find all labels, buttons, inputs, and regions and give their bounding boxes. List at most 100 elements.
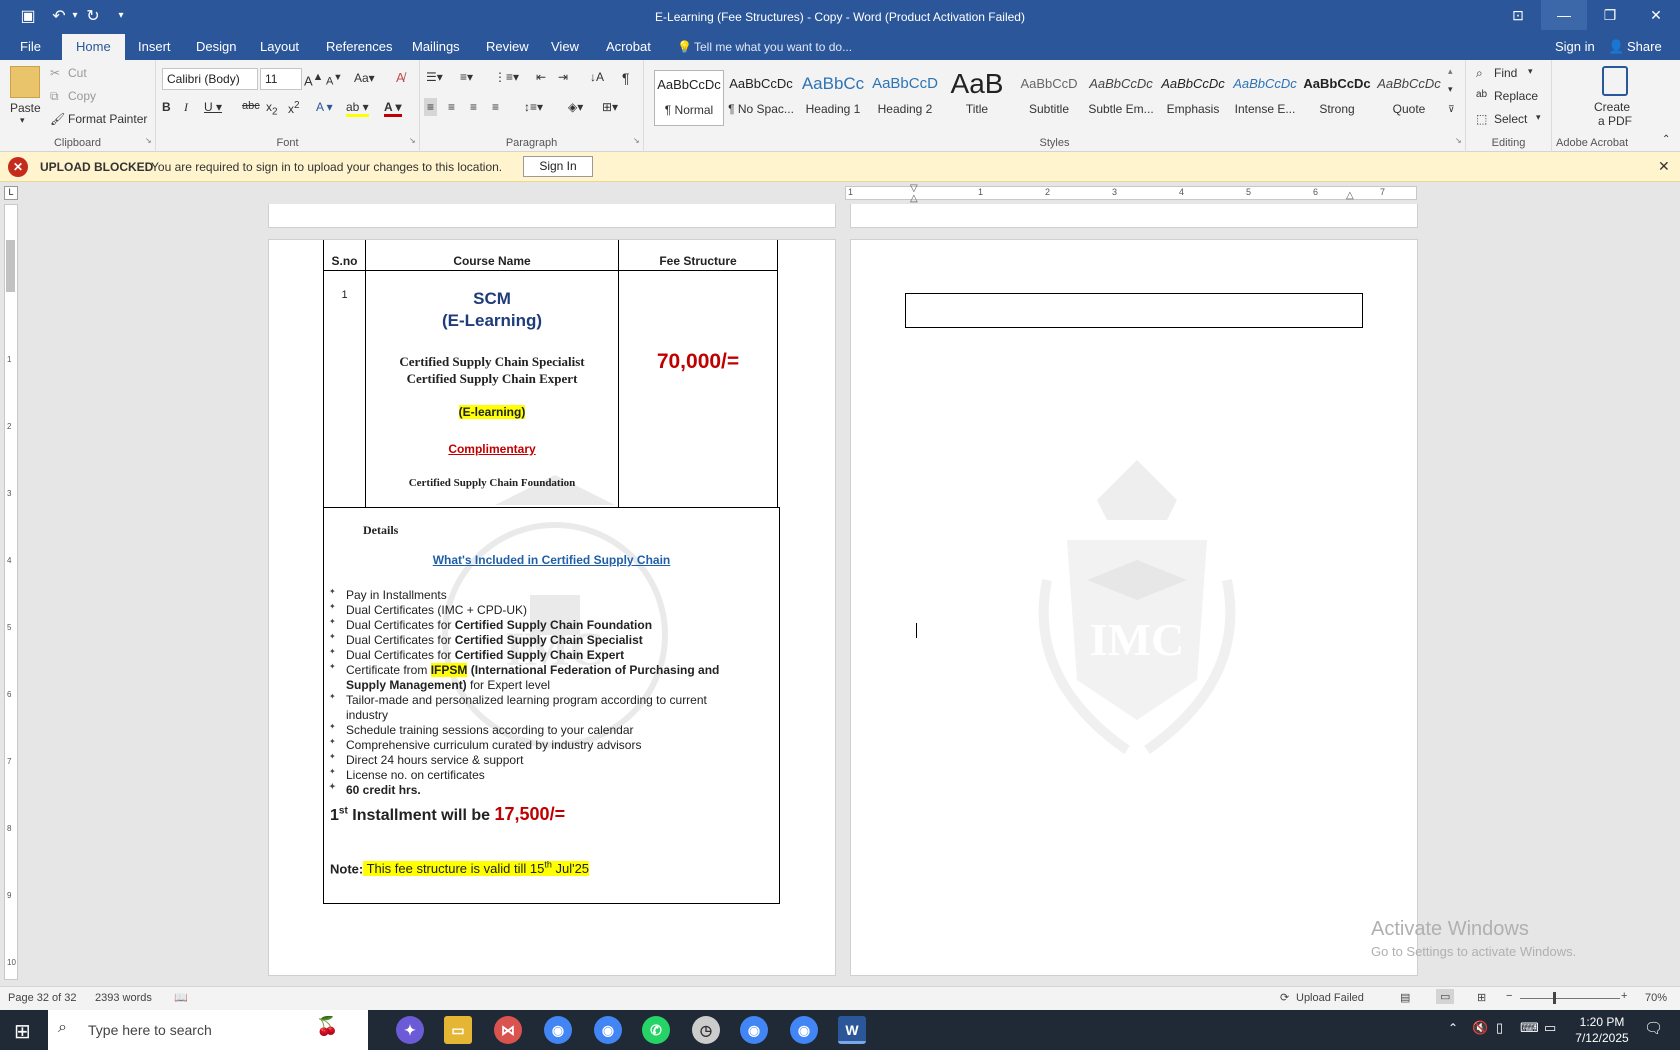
taskbar-search[interactable]: ⌕ Type here to search 🍒: [48, 1010, 368, 1050]
task-view-icon[interactable]: ▥: [346, 1016, 374, 1044]
zoom-slider[interactable]: [1520, 998, 1620, 999]
style-1[interactable]: AaBbCcDc ¶ No Spac...: [726, 70, 796, 126]
strikethrough-icon[interactable]: abc: [242, 100, 260, 112]
clock-time[interactable]: 1:20 PM: [1572, 1015, 1632, 1029]
clock-app-icon[interactable]: ◷: [692, 1016, 720, 1044]
empty-text-box[interactable]: [905, 293, 1363, 328]
windows-start-icon[interactable]: ⊞: [14, 1019, 31, 1044]
create-pdf-icon[interactable]: [1602, 66, 1628, 96]
styles-more-icon[interactable]: ⊽: [1448, 104, 1455, 115]
paste-button[interactable]: Paste: [10, 101, 41, 115]
tab-insert[interactable]: Insert: [138, 39, 171, 54]
italic-icon[interactable]: I: [184, 100, 188, 115]
find-dropdown-icon[interactable]: ▾: [1528, 66, 1533, 77]
zoom-thumb[interactable]: [1553, 992, 1556, 1004]
clear-formatting-icon[interactable]: A̸: [396, 70, 405, 85]
underline-icon[interactable]: U ▾: [204, 100, 222, 114]
tray-overflow-icon[interactable]: ⌃: [1448, 1021, 1458, 1035]
whatsapp-icon[interactable]: ✆: [642, 1016, 670, 1044]
ribbon-display-icon[interactable]: ⊡: [1495, 0, 1541, 30]
highlight-icon[interactable]: ab ▾: [346, 100, 369, 117]
style-10[interactable]: AaBbCcDc Quote: [1374, 70, 1444, 126]
font-size-select[interactable]: 11: [260, 68, 302, 90]
replace-button[interactable]: Replace: [1494, 89, 1538, 103]
collapse-ribbon-icon[interactable]: ⌃: [1662, 134, 1670, 145]
copy-icon[interactable]: ⧉: [50, 89, 59, 104]
share-button[interactable]: Share: [1627, 39, 1662, 54]
tab-layout[interactable]: Layout: [260, 39, 299, 54]
select-dropdown-icon[interactable]: ▾: [1536, 112, 1541, 123]
page-blank[interactable]: IMC: [850, 239, 1418, 976]
horizontal-ruler[interactable]: 11234567 ▽ △ △: [845, 183, 1417, 204]
tab-references[interactable]: References: [326, 39, 392, 54]
numbering-icon[interactable]: ≡▾: [460, 70, 473, 84]
close-message-icon[interactable]: ✕: [1658, 158, 1670, 175]
chrome-icon-4[interactable]: ◉: [790, 1016, 818, 1044]
notifications-icon[interactable]: 🗨: [1644, 1019, 1663, 1037]
sign-in-link[interactable]: Sign in: [1555, 39, 1595, 54]
paste-dropdown-icon[interactable]: ▾: [20, 115, 25, 126]
cut-icon[interactable]: ✂: [50, 66, 60, 80]
subscript-icon[interactable]: x2: [266, 100, 278, 117]
vertical-ruler[interactable]: 1 2 3 4 5 6 7 8 9 10: [4, 204, 18, 980]
styles-scroll-down-icon[interactable]: ▾: [1448, 84, 1453, 95]
keyboard-icon[interactable]: ⌨: [1520, 1020, 1539, 1036]
style-2[interactable]: AaBbCc Heading 1: [798, 70, 868, 126]
chrome-icon[interactable]: ◉: [544, 1016, 572, 1044]
text-effects-icon[interactable]: A ▾: [316, 100, 333, 114]
tab-acrobat[interactable]: Acrobat: [606, 39, 651, 54]
tab-mailings[interactable]: Mailings: [412, 39, 460, 54]
find-button[interactable]: Find: [1494, 66, 1517, 80]
included-link[interactable]: What's Included in Certified Supply Chai…: [323, 553, 780, 567]
tab-view[interactable]: View: [551, 39, 579, 54]
style-7[interactable]: AaBbCcDc Emphasis: [1158, 70, 1228, 126]
zoom-in-icon[interactable]: +: [1621, 990, 1627, 1002]
create-pdf-button-line2[interactable]: a PDF: [1598, 114, 1632, 128]
tab-file[interactable]: File: [20, 39, 41, 54]
bullets-icon[interactable]: ☰▾: [426, 70, 443, 84]
justify-icon[interactable]: ≡: [492, 100, 499, 114]
style-3[interactable]: AaBbCcD Heading 2: [870, 70, 940, 126]
superscript-icon[interactable]: x2: [288, 100, 300, 116]
chrome-icon-2[interactable]: ◉: [594, 1016, 622, 1044]
grow-font-icon[interactable]: A▲: [304, 71, 323, 88]
hanging-indent-marker[interactable]: △: [910, 193, 918, 204]
align-left-icon[interactable]: ≡: [424, 98, 438, 116]
network-icon[interactable]: ▭: [1544, 1020, 1556, 1036]
increase-indent-icon[interactable]: ⇥: [558, 70, 568, 84]
show-formatting-icon[interactable]: ¶: [622, 70, 630, 86]
word-taskbar-icon[interactable]: W: [838, 1016, 866, 1044]
minimize-button[interactable]: —: [1541, 0, 1587, 30]
borders-icon[interactable]: ⊞▾: [602, 100, 618, 114]
style-9[interactable]: AaBbCcDc Strong: [1302, 70, 1372, 126]
format-painter-icon[interactable]: 🖌: [50, 112, 65, 126]
style-5[interactable]: AaBbCcD Subtitle: [1014, 70, 1084, 126]
page-count[interactable]: Page 32 of 32: [8, 992, 77, 1004]
styles-launcher-icon[interactable]: ↘: [1455, 136, 1462, 145]
copy-button[interactable]: Copy: [68, 89, 96, 103]
restore-button[interactable]: ❐: [1587, 0, 1633, 30]
proofing-icon[interactable]: 📖: [174, 991, 188, 1004]
paste-icon[interactable]: [10, 66, 40, 98]
paragraph-launcher-icon[interactable]: ↘: [633, 136, 640, 145]
zoom-level[interactable]: 70%: [1645, 992, 1667, 1004]
style-6[interactable]: AaBbCcDc Subtle Em...: [1086, 70, 1156, 126]
style-8[interactable]: AaBbCcDc Intense E...: [1230, 70, 1300, 126]
copilot-icon[interactable]: ✦: [396, 1016, 424, 1044]
line-spacing-icon[interactable]: ↕≡▾: [524, 100, 543, 114]
align-right-icon[interactable]: ≡: [470, 100, 477, 114]
page-32[interactable]: IMC S.no Course Name Fee Structure 1 SCM…: [268, 239, 836, 976]
font-name-select[interactable]: Calibri (Body): [162, 68, 258, 90]
sign-in-button[interactable]: Sign In: [523, 156, 593, 177]
select-button[interactable]: Select: [1494, 112, 1527, 126]
right-indent-marker[interactable]: △: [1346, 190, 1354, 201]
tab-design[interactable]: Design: [196, 39, 236, 54]
multilevel-list-icon[interactable]: ⋮≡▾: [494, 70, 519, 84]
align-center-icon[interactable]: ≡: [448, 100, 455, 114]
decrease-indent-icon[interactable]: ⇤: [536, 70, 546, 84]
font-launcher-icon[interactable]: ↘: [409, 136, 416, 145]
create-pdf-button[interactable]: Create: [1594, 100, 1630, 114]
shading-icon[interactable]: ◈▾: [568, 100, 583, 114]
zoom-out-icon[interactable]: −: [1506, 990, 1512, 1002]
sort-icon[interactable]: ↓A: [590, 70, 604, 84]
